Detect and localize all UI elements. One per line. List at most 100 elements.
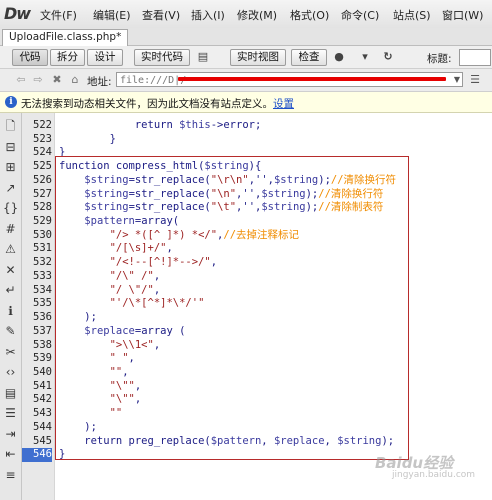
menu-edit[interactable]: 编辑(E) — [93, 7, 131, 23]
code-line: "'/\*[^*]*\*/'" — [59, 297, 205, 311]
code-token: "\r\n" — [210, 173, 249, 186]
code-token: , — [324, 434, 338, 447]
menu-modify[interactable]: 修改(M) — [237, 7, 277, 23]
refresh-icon[interactable]: ↻ — [381, 50, 395, 64]
file-management-icon[interactable]: ▾ — [358, 50, 372, 64]
back-icon[interactable]: ⇦ — [14, 73, 28, 87]
code-line: return $this->error; — [59, 119, 261, 133]
stop-icon[interactable]: ✖ — [50, 73, 64, 87]
code-token: , — [261, 434, 274, 447]
title-input[interactable] — [459, 49, 491, 66]
code-token: =str_replace( — [128, 187, 211, 200]
address-dropdown-icon[interactable]: ▼ — [452, 73, 462, 86]
code-token: $string — [204, 160, 249, 173]
code-token: $string — [273, 173, 319, 186]
collapse-icon[interactable]: ⊟ — [3, 140, 18, 155]
menu-commands[interactable]: 命令(C) — [341, 7, 379, 23]
code-token: $string — [84, 187, 129, 200]
file-compare-icon[interactable]: ▤ — [196, 50, 210, 64]
home-icon[interactable]: ⌂ — [68, 73, 82, 87]
info-icon[interactable]: ℹ — [3, 304, 18, 319]
document-tab[interactable]: UploadFile.class.php* — [2, 29, 129, 46]
code-token: $pattern — [210, 434, 262, 447]
coding-toolbar: 🗋 ⊟ ⊞ ↗ {} # ⚠ ✕ ↵ ℹ ✎ ✂ ‹› ▤ ☰ ⇥ ⇤ ≡ — [0, 113, 22, 500]
expand-icon[interactable]: ⊞ — [3, 160, 18, 175]
word-wrap-icon[interactable]: ↵ — [3, 283, 18, 298]
code-token: "\"" — [109, 393, 135, 406]
menu-insert[interactable]: 插入(I) — [191, 7, 225, 23]
line-number: 532 — [33, 256, 52, 269]
inspect-button[interactable]: 检查 — [291, 49, 327, 66]
line-numbers-icon[interactable]: # — [3, 222, 18, 237]
balance-braces-icon[interactable]: {} — [3, 201, 18, 216]
code-token: $replace — [84, 324, 135, 337]
comment-icon[interactable]: ✎ — [3, 324, 18, 339]
code-line: "/\" /", — [59, 270, 161, 284]
code-token: $string — [337, 434, 382, 447]
line-number: 522 — [33, 119, 52, 131]
code-view-button[interactable]: 代码 — [12, 49, 48, 66]
syntax-error-icon[interactable]: ✕ — [3, 263, 18, 278]
wrap-tag-icon[interactable]: ‹› — [3, 365, 18, 380]
info-bar: i 无法搜索到动态相关文件，因为此文档没有站点定义。设置 — [0, 92, 492, 113]
code-line: $string=str_replace("\t",'',$string);//清… — [59, 201, 383, 215]
select-parent-icon[interactable]: ↗ — [3, 181, 18, 196]
app-logo: Dw — [4, 4, 31, 23]
format-icon[interactable]: ≡ — [3, 468, 18, 483]
code-token: , — [134, 379, 142, 392]
line-number: 539 — [33, 352, 52, 365]
browser-preview-icon[interactable]: ● — [332, 50, 346, 64]
code-token: //清除制表符 — [318, 201, 384, 214]
menu-format[interactable]: 格式(O) — [290, 7, 329, 23]
menu-view[interactable]: 查看(V) — [142, 7, 180, 23]
line-number: 541 — [33, 379, 52, 392]
live-code-button[interactable]: 实时代码 — [134, 49, 190, 66]
menu-window[interactable]: 窗口(W) — [442, 7, 483, 23]
split-view-button[interactable]: 拆分 — [50, 49, 85, 66]
document-tab-bar: UploadFile.class.php* — [0, 28, 492, 46]
menu-site[interactable]: 站点(S) — [393, 7, 431, 23]
code-token: =array( — [134, 215, 180, 228]
code-token: ); — [305, 201, 319, 214]
live-view-button[interactable]: 实时视图 — [230, 49, 286, 66]
outdent-icon[interactable]: ⇤ — [3, 447, 18, 462]
line-number: 524 — [33, 146, 52, 159]
code-token: , — [153, 338, 161, 351]
setup-link[interactable]: 设置 — [273, 98, 294, 110]
code-line: $replace=array ( — [59, 325, 185, 339]
line-number: 536 — [33, 311, 52, 324]
code-editor[interactable]: return $this->error; }} function compress… — [55, 113, 492, 500]
info-message: 无法搜索到动态相关文件，因为此文档没有站点定义。设置 — [21, 96, 294, 111]
code-token: $replace — [273, 434, 325, 447]
address-label: 地址: — [87, 76, 112, 88]
highlight-invalid-icon[interactable]: ⚠ — [3, 242, 18, 257]
code-line: function compress_html($string){ — [59, 160, 261, 174]
code-line: "/ \"/", — [59, 283, 161, 298]
forward-icon[interactable]: ⇨ — [31, 73, 45, 87]
code-line: "" — [59, 407, 123, 421]
move-css-icon[interactable]: ☰ — [3, 406, 18, 421]
code-line: ); — [59, 421, 97, 435]
code-token: =array ( — [134, 324, 186, 337]
indent-icon[interactable]: ⇥ — [3, 427, 18, 442]
visual-aids-icon[interactable]: ☰ — [468, 73, 482, 87]
code-token: return — [59, 119, 180, 131]
code-token: , — [153, 283, 161, 296]
design-view-button[interactable]: 设计 — [87, 49, 123, 66]
uncomment-icon[interactable]: ✂ — [3, 345, 18, 360]
line-number: 527 — [33, 187, 52, 200]
file-icon[interactable]: 🗋 — [3, 119, 18, 134]
recent-snippets-icon[interactable]: ▤ — [3, 386, 18, 401]
line-number: 535 — [33, 297, 52, 310]
code-token: "\"" — [109, 379, 135, 392]
menu-file[interactable]: 文件(F) — [40, 7, 77, 23]
code-token: function compress_html( — [59, 160, 205, 173]
code-line: " ", — [59, 352, 135, 366]
